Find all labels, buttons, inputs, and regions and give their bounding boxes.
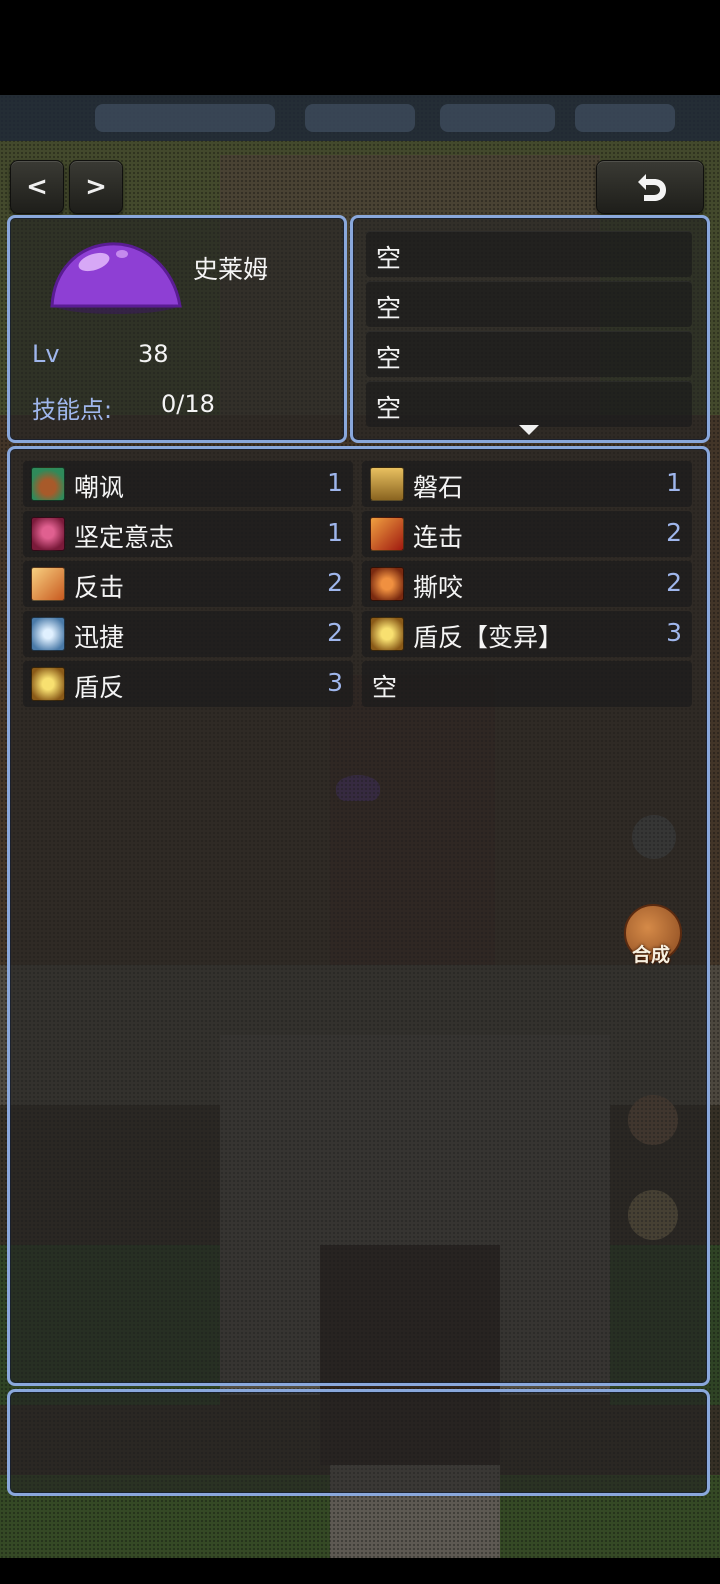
hud-pill: [575, 104, 675, 132]
purple-slime-icon: [50, 242, 182, 314]
skill-level: 1: [327, 518, 343, 547]
skill-points-value: 0/18: [161, 390, 215, 418]
skill-level: 2: [327, 618, 343, 647]
scroll-down-icon[interactable]: [519, 425, 539, 435]
next-button[interactable]: >: [69, 160, 123, 214]
rock-icon: [370, 467, 404, 501]
will-icon: [31, 517, 65, 551]
undo-arrow-icon: [638, 174, 666, 201]
skill-level: 2: [666, 568, 682, 597]
skill-row[interactable]: 连击 2: [362, 511, 692, 557]
status-bar: [0, 0, 720, 95]
skill-level: 2: [666, 518, 682, 547]
next-label: >: [85, 172, 107, 202]
counter-icon: [31, 567, 65, 601]
skill-level: 3: [327, 668, 343, 697]
skill-name: 磐石: [413, 473, 464, 502]
skill-row[interactable]: 坚定意志 1: [23, 511, 353, 557]
hud-pill: [440, 104, 555, 132]
slot-label: 空: [376, 394, 402, 423]
empty-skill-slot[interactable]: 空: [362, 661, 692, 707]
skill-row[interactable]: 磐石 1: [362, 461, 692, 507]
skill-row[interactable]: 反击 2: [23, 561, 353, 607]
level-label: Lv: [32, 340, 60, 368]
hud-pill: [95, 104, 275, 132]
skill-name: 盾反【变异】: [413, 623, 564, 652]
skill-level: 3: [666, 618, 682, 647]
skill-level: 2: [327, 568, 343, 597]
empty-slot[interactable]: 空: [366, 331, 692, 377]
empty-slot[interactable]: 空: [366, 231, 692, 277]
slot-label: 空: [376, 244, 402, 273]
skill-name: 嘲讽: [74, 473, 125, 502]
slot-label: 空: [376, 294, 402, 323]
bite-icon: [370, 567, 404, 601]
empty-slot[interactable]: 空: [366, 281, 692, 327]
skill-name: 盾反: [74, 673, 125, 702]
skill-points-label: 技能点:: [32, 396, 113, 424]
skill-name: 空: [372, 673, 398, 702]
combo-icon: [370, 517, 404, 551]
skill-name: 反击: [74, 573, 125, 602]
skill-row[interactable]: 撕咬 2: [362, 561, 692, 607]
navigation-bar: [0, 1558, 720, 1584]
skill-name: 撕咬: [413, 573, 464, 602]
skill-row[interactable]: 迅捷 2: [23, 611, 353, 657]
empty-slot[interactable]: 空: [366, 381, 692, 427]
merge-button-label[interactable]: 合成: [632, 940, 670, 967]
description-panel: [7, 1389, 710, 1496]
skill-row[interactable]: 盾反 3: [23, 661, 353, 707]
taunt-icon: [31, 467, 65, 501]
skill-name: 坚定意志: [74, 523, 175, 552]
skill-row[interactable]: 盾反【变异】 3: [362, 611, 692, 657]
hud-pill: [305, 104, 415, 132]
level-value: 38: [138, 340, 169, 368]
swift-icon: [31, 617, 65, 651]
prev-label: <: [26, 172, 48, 202]
prev-button[interactable]: <: [10, 160, 64, 214]
shield-counter-icon: [31, 667, 65, 701]
skill-name: 连击: [413, 523, 464, 552]
monster-name: 史莱姆: [193, 255, 269, 284]
skill-level: 1: [666, 468, 682, 497]
skill-name: 迅捷: [74, 623, 125, 652]
back-button[interactable]: [596, 160, 704, 214]
slot-label: 空: [376, 344, 402, 373]
skill-row[interactable]: 嘲讽 1: [23, 461, 353, 507]
skill-level: 1: [327, 468, 343, 497]
shield-counter-mutant-icon: [370, 617, 404, 651]
